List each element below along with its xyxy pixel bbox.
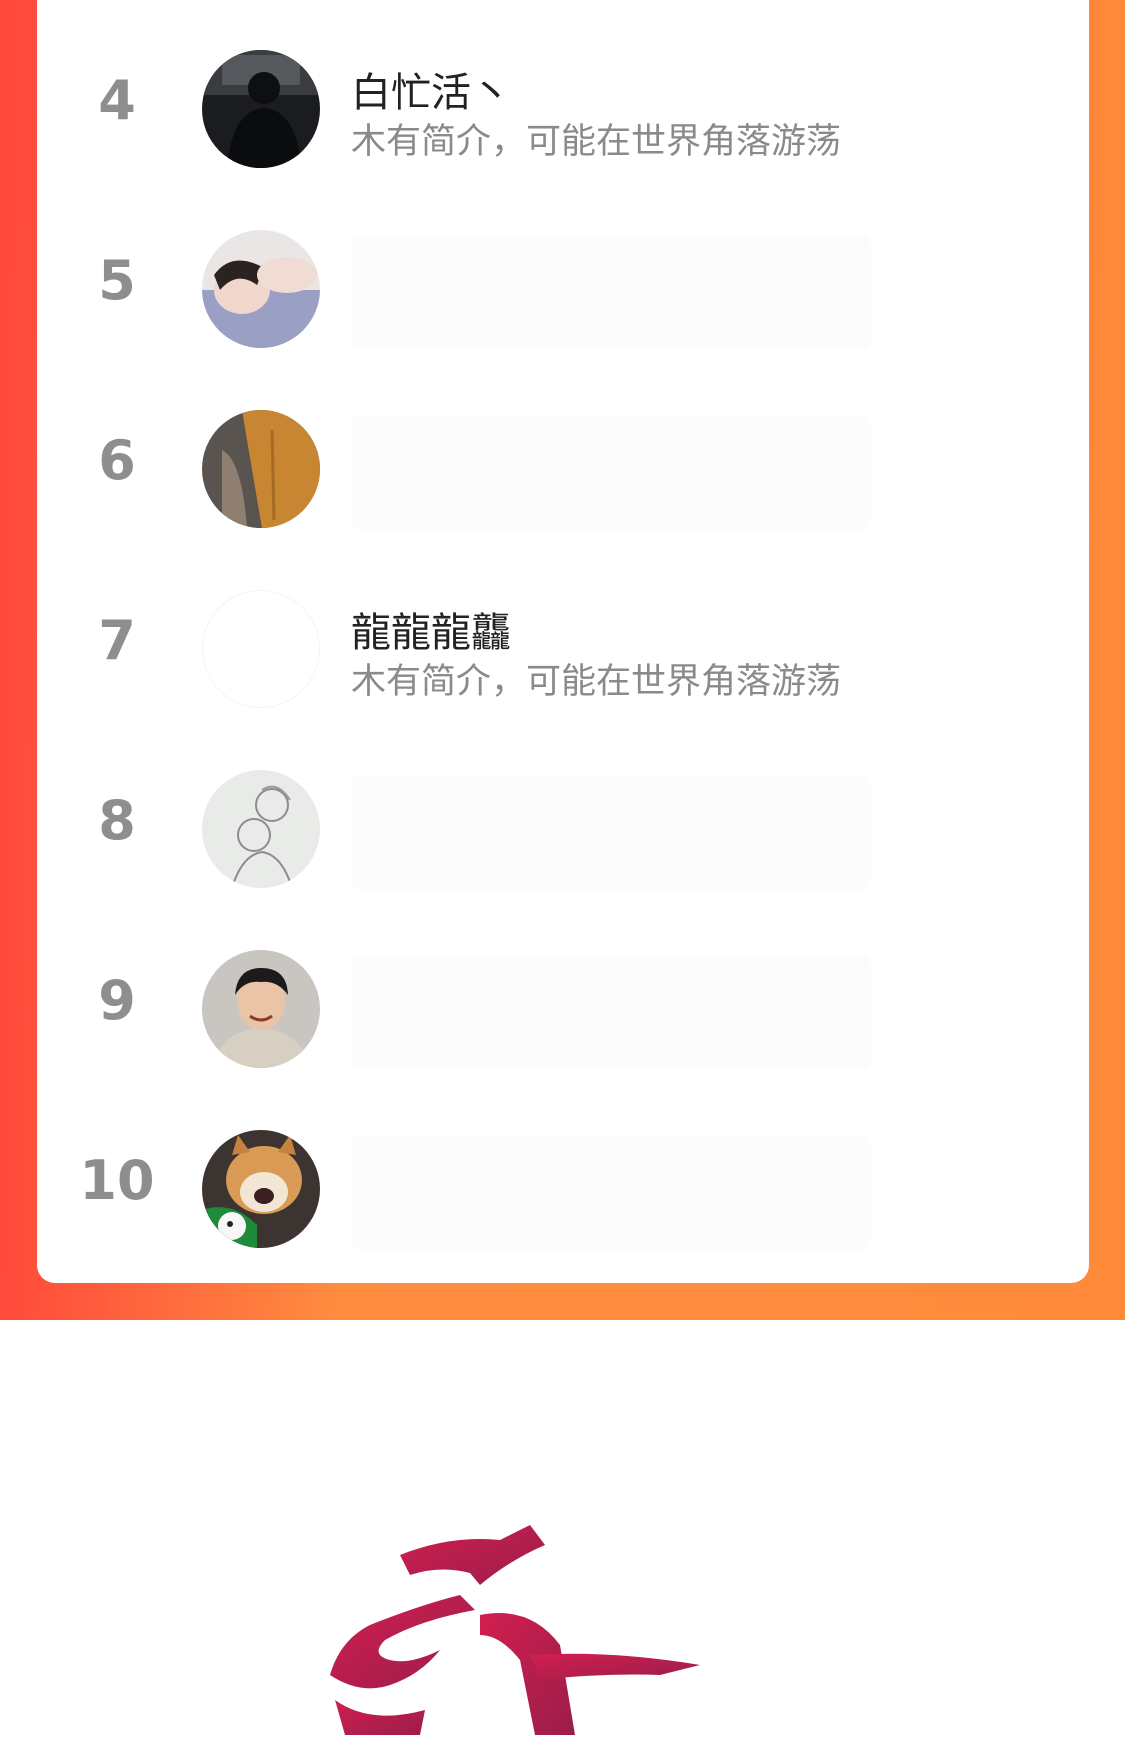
- smiling-boy-avatar-icon: [202, 950, 320, 1068]
- ranking-row[interactable]: 10: [37, 1090, 1089, 1270]
- rank-number: 4: [98, 68, 136, 132]
- avatar[interactable]: [202, 590, 320, 708]
- dark-silhouette-avatar-icon: [202, 50, 320, 168]
- hidden-profile-placeholder: [351, 775, 871, 890]
- person-lying-avatar-icon: [202, 230, 320, 348]
- avatar[interactable]: [202, 50, 320, 168]
- sketch-drawing-avatar-icon: [202, 770, 320, 888]
- avatar[interactable]: [202, 410, 320, 528]
- hidden-profile-placeholder: [351, 955, 871, 1070]
- ranking-card: 4 白忙活丶 木有简介，可能在世界角落游荡 5 6 7 龍龍龍龘 木有简介，可能…: [37, 0, 1089, 1283]
- user-bio: 木有简介，可能在世界角落游荡: [351, 122, 842, 162]
- calligraphy-logo-icon: [330, 1525, 750, 1735]
- ranking-row[interactable]: 7 龍龍龍龘 木有简介，可能在世界角落游荡: [37, 550, 1089, 730]
- avatar[interactable]: [202, 950, 320, 1068]
- ranking-row[interactable]: 8: [37, 730, 1089, 910]
- orange-shirt-avatar-icon: [202, 410, 320, 528]
- avatar[interactable]: [202, 770, 320, 888]
- rank-number: 5: [98, 248, 136, 312]
- user-name[interactable]: 白忙活丶: [351, 60, 511, 118]
- rank-number: 8: [98, 788, 136, 852]
- avatar[interactable]: [202, 1130, 320, 1248]
- hidden-profile-placeholder: [351, 415, 871, 530]
- rank-number: 9: [98, 968, 136, 1032]
- rank-number: 6: [98, 428, 136, 492]
- rank-number: 10: [79, 1148, 155, 1212]
- ranking-row[interactable]: 9: [37, 910, 1089, 1090]
- hidden-profile-placeholder: [351, 235, 871, 350]
- rank-number: 7: [98, 608, 136, 672]
- user-name[interactable]: 龍龍龍龘: [351, 600, 511, 658]
- ranking-row[interactable]: 5: [37, 190, 1089, 370]
- ranking-row[interactable]: 6: [37, 370, 1089, 550]
- shiba-dog-avatar-icon: [202, 1130, 320, 1248]
- blank-avatar-icon: [203, 591, 319, 707]
- user-bio: 木有简介，可能在世界角落游荡: [351, 662, 842, 702]
- ranking-row[interactable]: 4 白忙活丶 木有简介，可能在世界角落游荡: [37, 10, 1089, 190]
- avatar[interactable]: [202, 230, 320, 348]
- hidden-profile-placeholder: [351, 1135, 871, 1250]
